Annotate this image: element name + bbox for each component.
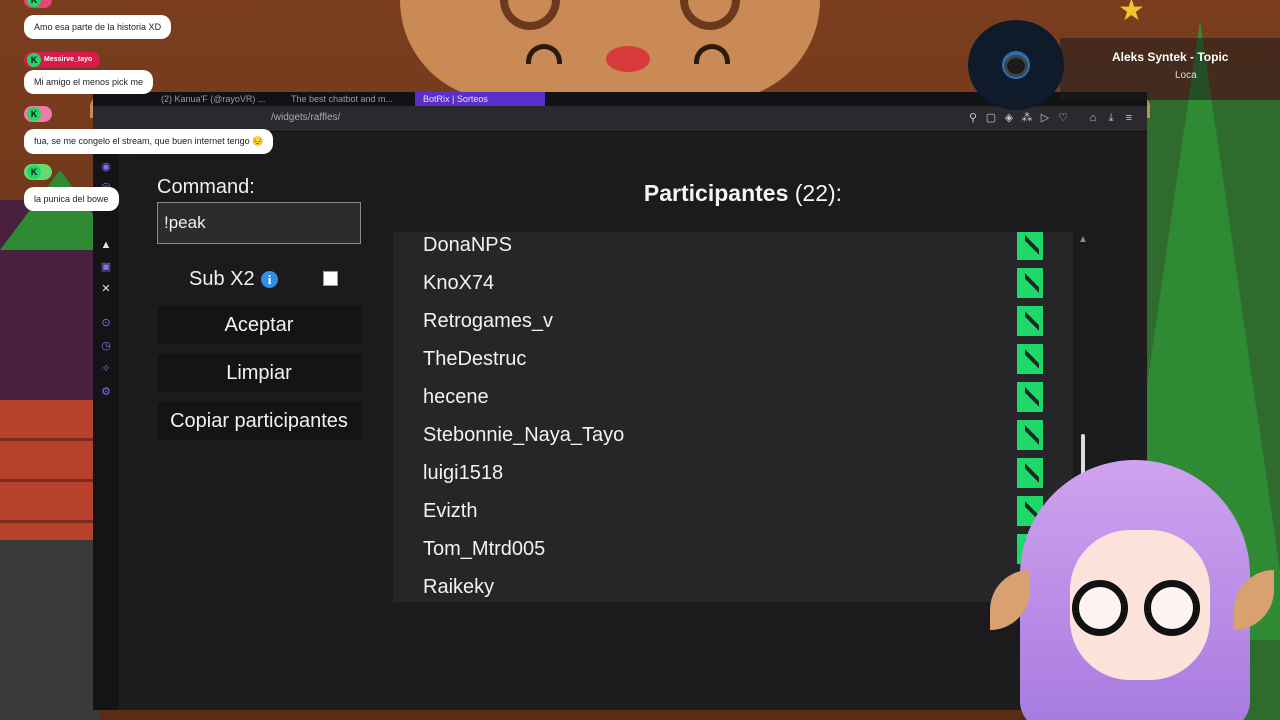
chat-message: la punica del bowe — [24, 164, 119, 211]
list-item: DonaNPS — [393, 232, 1073, 266]
sub-x2-label: Sub X2 — [189, 268, 255, 290]
chat-text: la punica del bowe — [24, 187, 119, 211]
list-item: Evizth — [393, 494, 1073, 532]
command-label: Command: — [157, 176, 255, 198]
wallet-icon[interactable]: ⌂ — [1087, 112, 1099, 124]
star-icon: ★ — [1118, 0, 1145, 27]
translate-icon[interactable]: ⁂ — [1021, 112, 1033, 124]
kick-icon — [1017, 382, 1043, 412]
kick-icon — [1017, 344, 1043, 374]
participant-name: Evizth — [423, 500, 478, 522]
play-icon[interactable]: ▷ — [1039, 112, 1051, 124]
player-icon[interactable]: ⊙ — [99, 316, 113, 330]
participant-name: Retrogames_v — [423, 310, 554, 332]
disc-center — [1004, 55, 1028, 77]
list-item: hecene — [393, 380, 1073, 418]
list-item: KnoX74 — [393, 266, 1073, 304]
chat-message: fua, se me congelo el stream, que buen i… — [24, 106, 274, 154]
kick-icon — [1017, 268, 1043, 298]
browser-sidebar: ◉ ◎ ▲ ▣ ✕ ⊙ ◷ ✧ ⚙ GX — [93, 132, 119, 710]
copy-participants-button[interactable]: Copiar participantes — [157, 402, 361, 440]
tab-twitter[interactable]: (2) Kanua'F (@rayoVR) ... — [153, 92, 273, 106]
list-item: Stebonnie_Naya_Tayo — [393, 418, 1073, 456]
avatar-glasses-right — [1144, 580, 1200, 636]
raffle-widget: Command: Sub X2 i Aceptar Limpiar Copiar… — [133, 140, 1133, 660]
participants-list[interactable]: DonaNPS KnoX74 Retrogames_v TheDestruc h… — [393, 232, 1073, 602]
aria-icon[interactable]: ▲ — [99, 238, 113, 252]
heart-icon[interactable]: ♡ — [1057, 112, 1069, 124]
twitch-icon[interactable]: ▣ — [99, 260, 113, 274]
history-icon[interactable]: ◷ — [99, 339, 113, 353]
settings-gear-icon[interactable]: ⚙ — [99, 385, 113, 399]
participant-name: Tom_Mtrd005 — [423, 538, 546, 560]
chat-username — [24, 164, 52, 180]
pin-icon[interactable]: ⚲ — [967, 112, 979, 124]
participants-title-text: Participantes — [643, 180, 789, 206]
fireplace — [0, 540, 100, 720]
participant-name: Raikeky — [423, 576, 495, 598]
chat-username — [24, 106, 52, 122]
sub-x2-row: Sub X2 i — [157, 258, 361, 298]
now-playing-widget: Aleks Syntek - Topic Loca — [1060, 38, 1280, 100]
download-icon[interactable]: ⤓ — [1105, 112, 1117, 124]
list-item: Retrogames_v — [393, 304, 1073, 342]
participant-name: DonaNPS — [423, 234, 512, 256]
reindeer-nose — [606, 46, 650, 72]
kick-icon — [1017, 306, 1043, 336]
snapshot-icon[interactable]: ▢ — [985, 112, 997, 124]
list-item: Tom_Mtrd005 — [393, 532, 1073, 570]
url-text[interactable]: /widgets/raffles/ — [271, 112, 340, 123]
accept-button[interactable]: Aceptar — [157, 306, 361, 344]
kick-icon — [1017, 232, 1043, 260]
info-icon[interactable]: i — [261, 271, 278, 288]
avatar-glasses-left — [1072, 580, 1128, 636]
x-icon[interactable]: ✕ — [99, 282, 113, 296]
participant-name: TheDestruc — [423, 348, 527, 370]
command-input[interactable] — [157, 202, 361, 244]
menu-icon[interactable]: ≡ — [1123, 112, 1135, 124]
participant-name: luigi1518 — [423, 462, 504, 484]
chat-text: Amo esa parte de la historia XD — [24, 15, 172, 39]
extensions-icon[interactable]: ✧ — [99, 362, 113, 376]
list-item: Raikeky — [393, 570, 1073, 602]
list-item: luigi1518 — [393, 456, 1073, 494]
participant-name: hecene — [423, 386, 489, 408]
sub-x2-checkbox[interactable] — [323, 271, 338, 286]
chat-message: Amo esa parte de la historia XD — [24, 0, 172, 39]
participants-title: Participantes (22): — [393, 180, 1093, 207]
song-title: Aleks Syntek - Topic — [1112, 50, 1229, 64]
chat-username — [24, 0, 52, 8]
participants-count: (22): — [794, 180, 843, 206]
participant-name: KnoX74 — [423, 272, 495, 294]
browser-window: (2) Kanua'F (@rayoVR) ... The best chatb… — [93, 92, 1147, 710]
list-item: TheDestruc — [393, 342, 1073, 380]
vtuber-avatar — [990, 440, 1274, 720]
clear-button[interactable]: Limpiar — [157, 354, 361, 392]
participant-name: Stebonnie_Naya_Tayo — [423, 424, 625, 446]
chat-username: Messirve_tayo — [24, 52, 101, 68]
chat-text: Mi amigo el menos pick me — [24, 70, 154, 94]
shield-icon[interactable]: ◈ — [1003, 112, 1015, 124]
tab-chatbot[interactable]: The best chatbot and m... — [283, 92, 403, 106]
tab-botrix-sorteos[interactable]: BotRix | Sorteos — [415, 92, 545, 106]
song-artist: Loca — [1175, 70, 1197, 81]
chat-message: Messirve_tayo Mi amigo el menos pick me — [24, 48, 154, 94]
scroll-up-icon[interactable]: ▲ — [1078, 234, 1088, 245]
chat-text: fua, se me congelo el stream, que buen i… — [24, 129, 274, 154]
